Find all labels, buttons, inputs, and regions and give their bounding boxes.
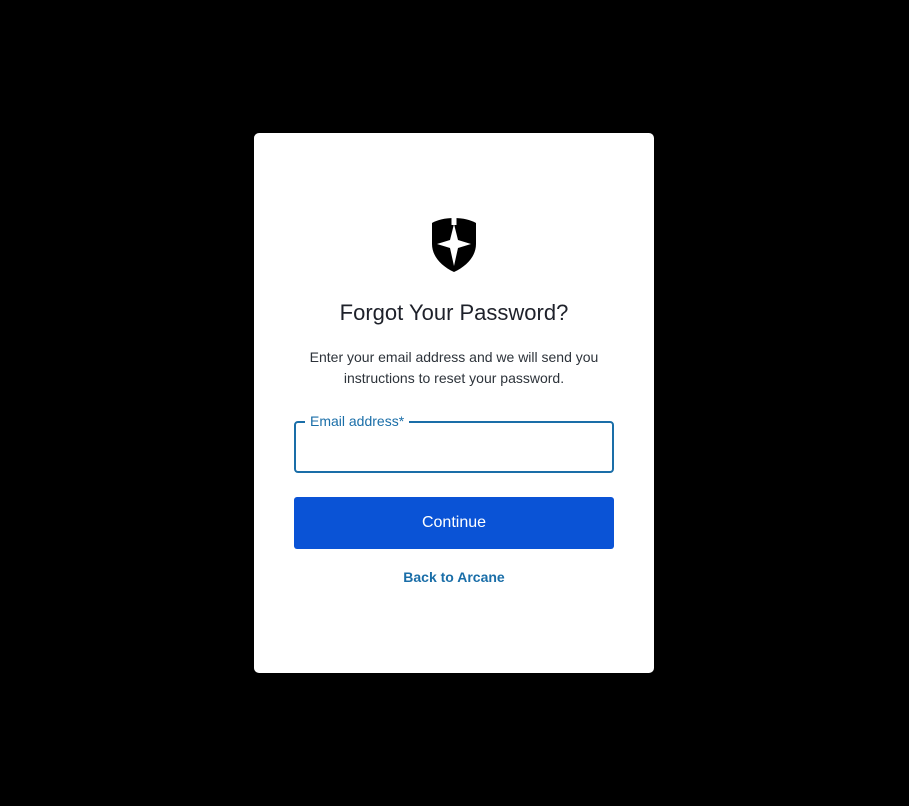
continue-button[interactable]: Continue [294, 497, 614, 549]
instructions-text: Enter your email address and we will sen… [309, 349, 599, 386]
page-title: Forgot Your Password? [339, 300, 569, 325]
email-field-label: Email address* [305, 412, 410, 430]
email-input[interactable] [310, 433, 600, 461]
email-field[interactable]: Email address* [294, 412, 614, 473]
forgot-password-card: Forgot Your Password? Enter your email a… [254, 133, 654, 673]
shield-logo-icon [431, 218, 477, 272]
back-to-arcane-link[interactable]: Back to Arcane [254, 567, 654, 587]
